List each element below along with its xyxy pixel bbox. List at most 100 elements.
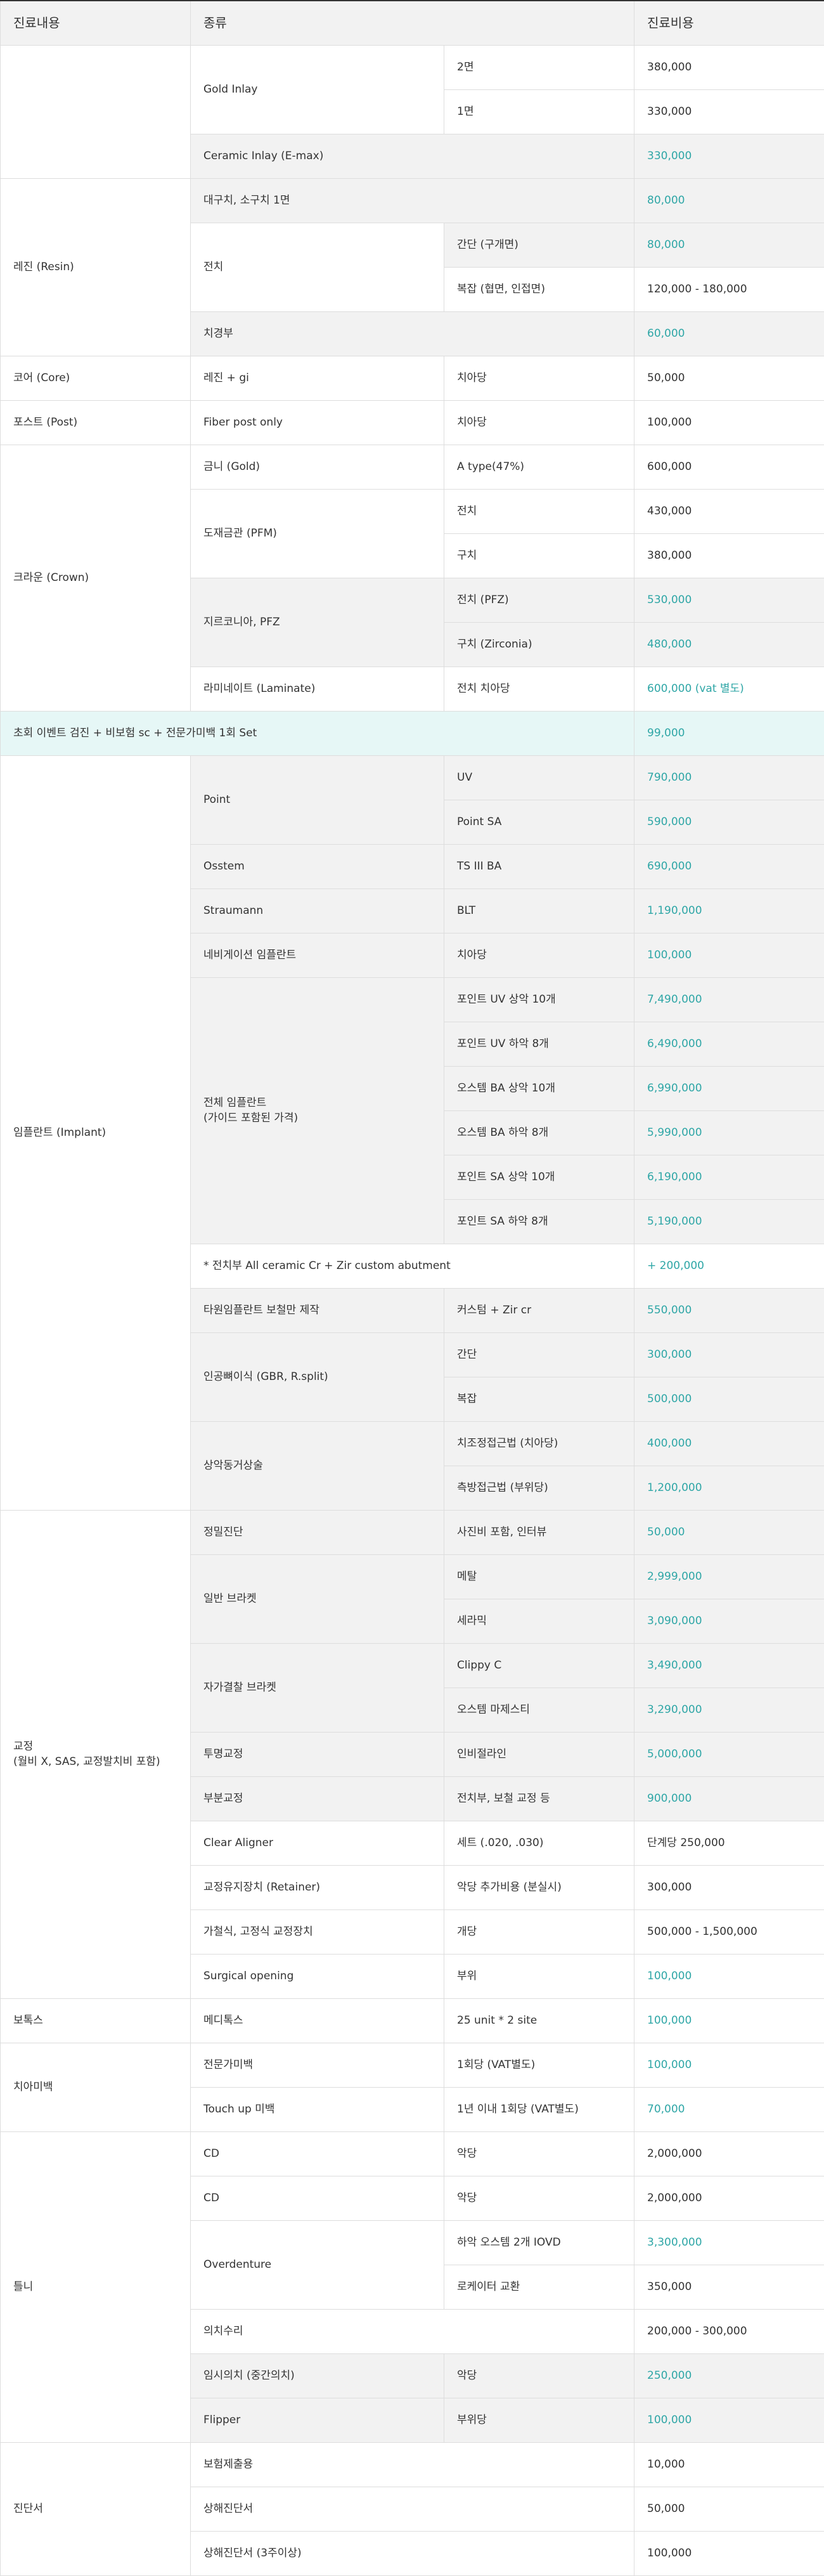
- table-cell: CD: [191, 2176, 444, 2220]
- table-cell: 100,000: [634, 1954, 824, 1998]
- table-row: 크라운 (Crown)금니 (Gold)A type(47%)600,000: [1, 445, 824, 489]
- table-cell: Point SA: [444, 800, 634, 844]
- table-cell: 50,000: [634, 356, 824, 400]
- table-cell: 악당: [444, 2353, 634, 2398]
- table-cell: 590,000: [634, 800, 824, 844]
- table-cell: Ceramic Inlay (E-max): [191, 134, 634, 178]
- table-cell: 라미네이트 (Laminate): [191, 667, 444, 711]
- table-row: 초회 이벤트 검진 + 비보험 sc + 전문가미백 1회 Set99,000: [1, 711, 824, 755]
- table-cell: 70,000: [634, 2087, 824, 2131]
- table-cell: 250,000: [634, 2353, 824, 2398]
- table-cell: 99,000: [634, 711, 824, 755]
- table-cell: 900,000: [634, 1776, 824, 1821]
- table-cell: Overdenture: [191, 2220, 444, 2309]
- table-cell: 오스템 마제스티: [444, 1688, 634, 1732]
- table-cell: [1, 45, 191, 178]
- table-cell: 지르코니아, PFZ: [191, 578, 444, 667]
- table-cell: 200,000 - 300,000: [634, 2309, 824, 2353]
- table-cell: 300,000: [634, 1865, 824, 1909]
- header-treatment: 진료내용: [1, 1, 191, 45]
- table-cell: Flipper: [191, 2398, 444, 2442]
- table-cell: + 200,000: [634, 1244, 824, 1288]
- table-cell: 1년 이내 1회당 (VAT별도): [444, 2087, 634, 2131]
- table-cell: 7,490,000: [634, 977, 824, 1022]
- table-row: 틀니CD악당2,000,000: [1, 2131, 824, 2176]
- table-cell: 임시의치 (중간의치): [191, 2353, 444, 2398]
- table-cell: 치아당: [444, 933, 634, 977]
- table-cell: 60,000: [634, 311, 824, 356]
- table-cell: 교정유지장치 (Retainer): [191, 1865, 444, 1909]
- table-cell: 복잡: [444, 1377, 634, 1421]
- table-cell: 사진비 포함, 인터뷰: [444, 1510, 634, 1554]
- table-cell: 측방접근법 (부위당): [444, 1466, 634, 1510]
- table-cell: 틀니: [1, 2131, 191, 2442]
- table-cell: 부위: [444, 1954, 634, 1998]
- table-cell: 2,000,000: [634, 2176, 824, 2220]
- table-cell: 380,000: [634, 45, 824, 89]
- table-cell: Clear Aligner: [191, 1821, 444, 1865]
- table-cell: 의치수리: [191, 2309, 634, 2353]
- table-row: 포스트 (Post)Fiber post only치아당100,000: [1, 400, 824, 445]
- header-type: 종류: [191, 1, 634, 45]
- table-cell: Point: [191, 755, 444, 844]
- table-cell: 포인트 SA 상악 10개: [444, 1155, 634, 1199]
- table-cell: 상해진단서 (3주이상): [191, 2531, 634, 2575]
- table-cell: 50,000: [634, 1510, 824, 1554]
- table-cell: 대구치, 소구치 1면: [191, 178, 634, 223]
- table-row: 코어 (Core)레진 + gi치아당50,000: [1, 356, 824, 400]
- table-cell: 가철식, 고정식 교정장치: [191, 1909, 444, 1954]
- table-cell: 세라믹: [444, 1599, 634, 1643]
- table-cell: 자가결찰 브라켓: [191, 1643, 444, 1732]
- table-cell: 하악 오스템 2개 IOVD: [444, 2220, 634, 2265]
- table-cell: 개당: [444, 1909, 634, 1954]
- table-header: 진료내용 종류 진료비용: [1, 1, 824, 45]
- table-cell: Gold Inlay: [191, 45, 444, 134]
- table-cell: Straumann: [191, 888, 444, 933]
- table-cell: 50,000: [634, 2487, 824, 2531]
- table-cell: 6,190,000: [634, 1155, 824, 1199]
- header-row: 진료내용 종류 진료비용: [1, 1, 824, 45]
- table-cell: Osstem: [191, 844, 444, 888]
- table-cell: 금니 (Gold): [191, 445, 444, 489]
- table-cell: 도재금관 (PFM): [191, 489, 444, 578]
- table-cell: A type(47%): [444, 445, 634, 489]
- table-cell: 330,000: [634, 134, 824, 178]
- table-cell: 메탈: [444, 1554, 634, 1599]
- table-cell: 100,000: [634, 1998, 824, 2043]
- table-cell: 부분교정: [191, 1776, 444, 1821]
- table-cell: 인비절라인: [444, 1732, 634, 1776]
- table-cell: 치경부: [191, 311, 634, 356]
- table-cell: 500,000 - 1,500,000: [634, 1909, 824, 1954]
- table-cell: 100,000: [634, 2398, 824, 2442]
- table-cell: 포스트 (Post): [1, 400, 191, 445]
- table-cell: 투명교정: [191, 1732, 444, 1776]
- table-cell: 2면: [444, 45, 634, 89]
- table-cell: 80,000: [634, 178, 824, 223]
- table-cell: Fiber post only: [191, 400, 444, 445]
- table-cell: 380,000: [634, 533, 824, 578]
- table-cell: 1면: [444, 89, 634, 134]
- table-cell: 1,190,000: [634, 888, 824, 933]
- table-cell: 80,000: [634, 223, 824, 267]
- table-cell: 간단: [444, 1332, 634, 1377]
- table-cell: 100,000: [634, 400, 824, 445]
- table-cell: 550,000: [634, 1288, 824, 1332]
- table-cell: UV: [444, 755, 634, 800]
- table-cell: 악당: [444, 2131, 634, 2176]
- table-cell: 3,090,000: [634, 1599, 824, 1643]
- table-cell: 간단 (구개면): [444, 223, 634, 267]
- table-cell: 구치: [444, 533, 634, 578]
- table-cell: 메디톡스: [191, 1998, 444, 2043]
- table-cell: 레진 + gi: [191, 356, 444, 400]
- table-cell: 포인트 UV 상악 10개: [444, 977, 634, 1022]
- table-cell: 상해진단서: [191, 2487, 634, 2531]
- table-cell: 6,990,000: [634, 1066, 824, 1110]
- table-cell: Touch up 미백: [191, 2087, 444, 2131]
- table-cell: 530,000: [634, 578, 824, 622]
- table-cell: 400,000: [634, 1421, 824, 1466]
- table-cell: 100,000: [634, 2531, 824, 2575]
- table-cell: 600,000: [634, 445, 824, 489]
- table-cell: 전치부, 보철 교정 등: [444, 1776, 634, 1821]
- table-cell: 로케이터 교환: [444, 2265, 634, 2309]
- table-cell: 치조정접근법 (치아당): [444, 1421, 634, 1466]
